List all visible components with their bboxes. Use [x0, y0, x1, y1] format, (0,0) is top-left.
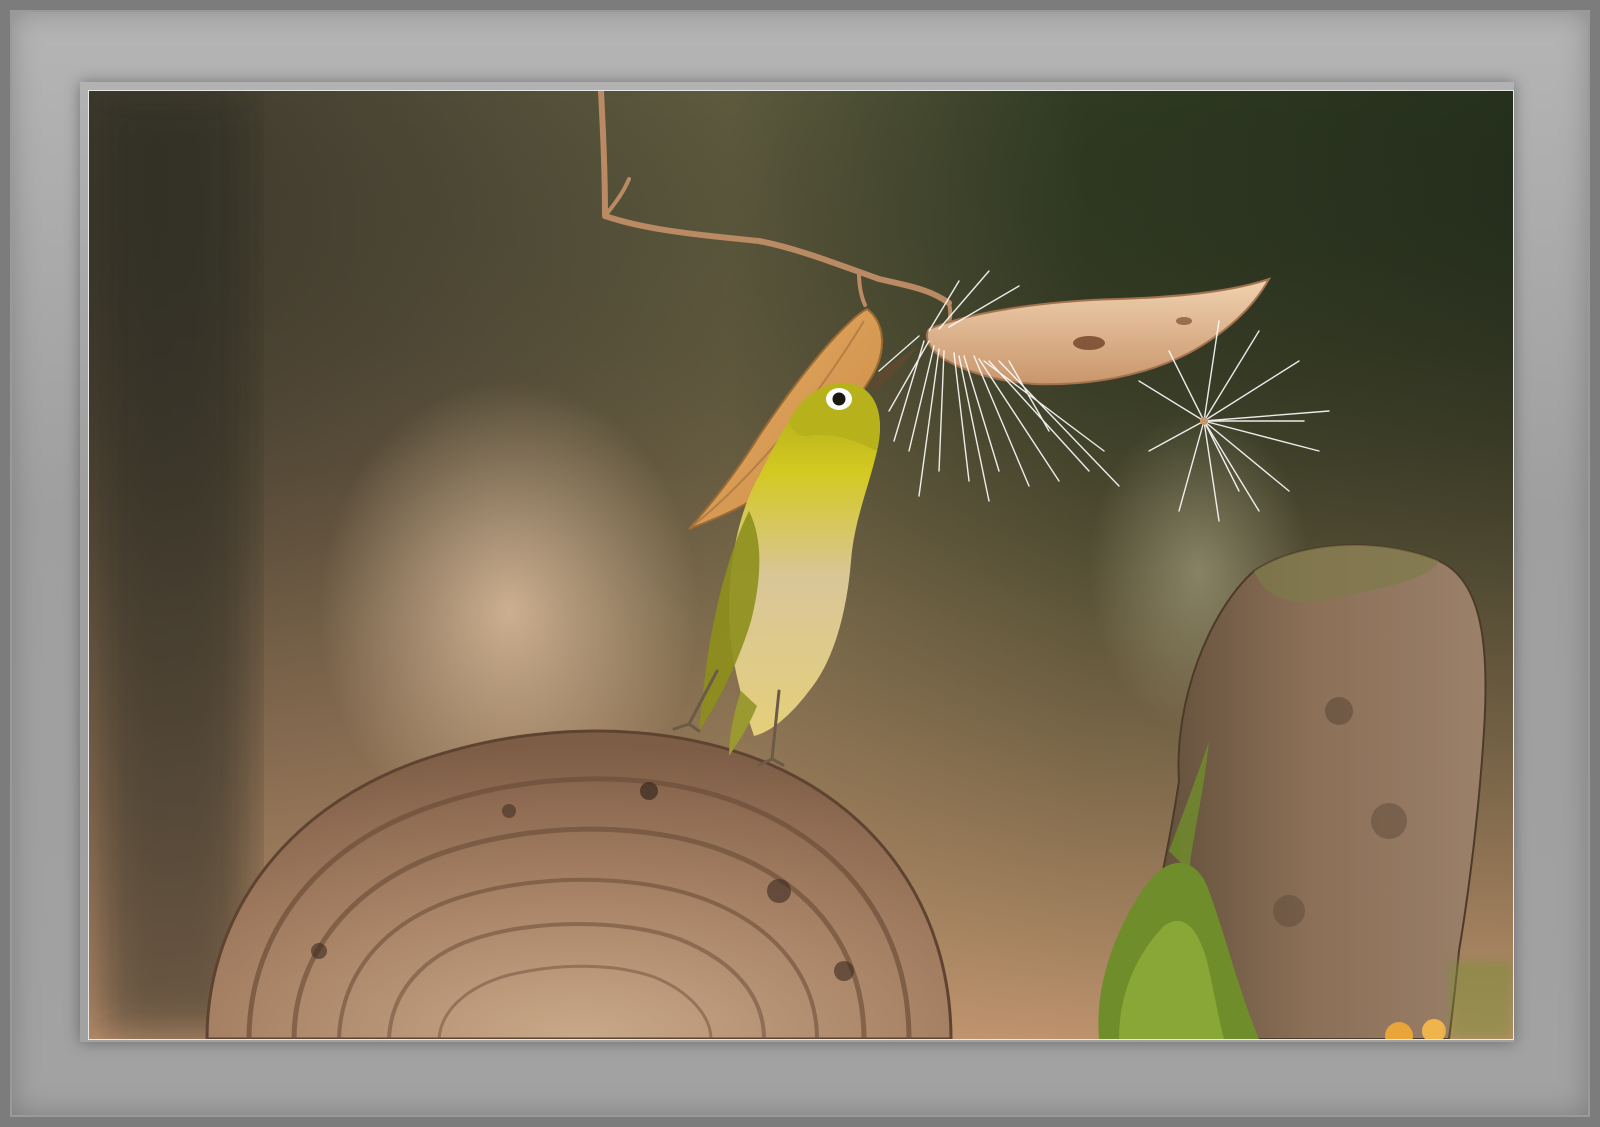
photo-canvas	[89, 91, 1513, 1039]
bird-eye	[832, 392, 846, 406]
photo	[88, 90, 1514, 1040]
tree-trunk-left	[99, 91, 249, 1039]
